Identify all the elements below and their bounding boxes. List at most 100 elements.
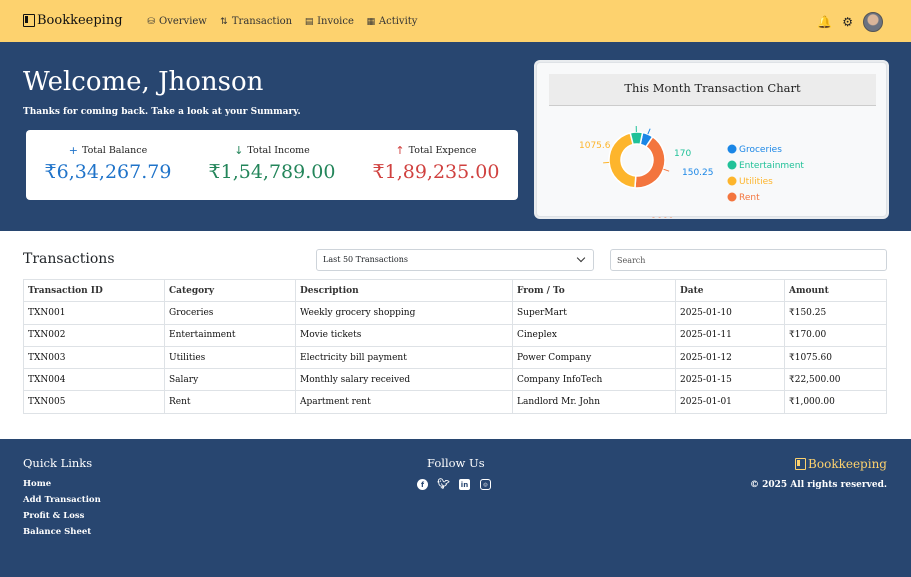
table-row[interactable]: TXN005 Rent Apartment rent Landlord Mr. Joh…: [23, 390, 887, 414]
invoice-icon: ▤: [304, 16, 314, 27]
nav-links: ⛁ Overview ⇅ Transaction ▤ Invoice ▦ Act…: [145, 16, 428, 27]
nav-right: 🔔 ⚙: [817, 12, 883, 32]
total-income-label: Total Income: [247, 145, 310, 156]
facebook-icon[interactable]: f: [417, 479, 428, 490]
label-leader-line: [663, 168, 670, 172]
table-cell: Movie tickets: [295, 323, 513, 347]
arrow-down-icon: ↓: [234, 144, 244, 157]
book-icon: [23, 14, 35, 27]
column-header: Description: [295, 278, 513, 303]
nav-label: Transaction: [231, 16, 293, 27]
table-cell: ₹1,000.00: [784, 390, 887, 414]
table-row[interactable]: TXN004 Salary Monthly salary received Compa…: [23, 368, 887, 392]
nav-item-invoice[interactable]: ▤ Invoice: [303, 16, 354, 27]
plus-icon: +: [68, 144, 78, 157]
avatar[interactable]: [863, 12, 883, 32]
total-income: ↓ Total Income ₹1,54,789.00: [190, 130, 354, 200]
table-row[interactable]: TXN003 Utilities Electricity bill payment P…: [23, 345, 887, 370]
legend-item-utilities[interactable]: Utilities: [739, 177, 773, 187]
navbar: Bookkeeping ⛁ Overview ⇅ Transaction ▤ I…: [0, 0, 911, 42]
welcome-heading: Welcome, Jhonson: [23, 67, 264, 97]
table-cell: Weekly grocery shopping: [295, 301, 513, 325]
data-label-utilities: 1075.6: [579, 141, 611, 151]
table-cell: 2025-01-15: [675, 368, 785, 392]
total-balance-label-row: + Total Balance: [26, 144, 190, 157]
table-cell: ₹22,500.00: [784, 368, 887, 392]
table-cell: ₹170.00: [784, 323, 887, 347]
search-input[interactable]: [610, 249, 887, 271]
footer: Quick Links Home Add Transaction Profit …: [0, 439, 911, 577]
column-header: Category: [164, 278, 296, 303]
column-header: Transaction ID: [23, 278, 165, 303]
legend-swatch: [727, 144, 737, 154]
table-cell: Rent: [164, 390, 296, 414]
table-cell: TXN005: [23, 390, 165, 414]
legend-swatch: [727, 160, 737, 170]
table-header-row: Transaction ID Category Description From…: [23, 278, 887, 303]
table-cell: 2025-01-11: [675, 323, 785, 347]
table-cell: 2025-01-01: [675, 390, 785, 414]
legend-item-rent[interactable]: Rent: [739, 193, 760, 203]
hero-section: Welcome, Jhonson Thanks for coming back.…: [0, 42, 911, 231]
legend-item-entertainment[interactable]: Entertainment: [739, 161, 804, 171]
activity-icon: ▦: [366, 16, 376, 27]
donut-chart: 150.25 170 1075.6 1000 Groceries Entertainmen…: [579, 125, 804, 218]
nav-item-transaction[interactable]: ⇅ Transaction: [218, 16, 292, 27]
table-cell: 2025-01-12: [675, 345, 785, 370]
social-links: f 🐦︎ in ◎: [417, 479, 501, 490]
nav-label: Activity: [378, 16, 418, 27]
total-expense-label: Total Expence: [408, 145, 477, 156]
transaction-filter-select[interactable]: Last 50 Transactions: [316, 249, 594, 271]
copyright: © 2025 All rights reserved.: [749, 480, 887, 490]
total-balance: + Total Balance ₹6,34,267.79: [26, 130, 190, 200]
table-row[interactable]: TXN001 Groceries Weekly grocery shopping Su…: [23, 301, 887, 325]
quick-link-balance-sheet[interactable]: Balance Sheet: [23, 527, 101, 543]
nav-item-activity[interactable]: ▦ Activity: [365, 16, 418, 27]
nav-item-overview[interactable]: ⛁ Overview: [145, 16, 207, 27]
swap-arrows-icon: ⇅: [220, 16, 228, 27]
table-cell: Cineplex: [512, 323, 676, 347]
footer-brand[interactable]: Bookkeeping: [795, 457, 887, 471]
table-row[interactable]: TXN002 Entertainment Movie tickets Cineplex…: [23, 323, 887, 347]
table-cell: Apartment rent: [295, 390, 513, 414]
total-balance-label: Total Balance: [81, 145, 148, 156]
chevron-down-icon: [576, 253, 586, 263]
quick-link-home[interactable]: Home: [23, 479, 101, 495]
brand-logo[interactable]: Bookkeeping: [23, 13, 123, 28]
transactions-heading: Transactions: [23, 251, 115, 267]
total-expense-label-row: ↑ Total Expence: [354, 144, 518, 157]
total-expense: ↑ Total Expence ₹1,89,235.00: [354, 130, 518, 200]
overview-icon: ⛁: [147, 16, 155, 27]
table-cell: Salary: [164, 368, 296, 392]
column-header: From / To: [512, 278, 676, 303]
quick-links-title: Quick Links: [23, 456, 93, 470]
data-label-rent: 1000: [651, 217, 674, 218]
data-label-groceries: 150.25: [682, 168, 714, 178]
gear-icon[interactable]: ⚙: [842, 15, 853, 29]
table-cell: TXN004: [23, 368, 165, 392]
nav-label: Invoice: [317, 16, 354, 27]
bell-icon[interactable]: 🔔: [817, 15, 832, 29]
quick-link-profit-loss[interactable]: Profit & Loss: [23, 511, 101, 527]
filter-selected-value: Last 50 Transactions: [323, 255, 408, 264]
total-expense-value: ₹1,89,235.00: [372, 161, 500, 183]
table-cell: TXN002: [23, 323, 165, 347]
legend-item-groceries[interactable]: Groceries: [739, 145, 782, 155]
quick-link-add-transaction[interactable]: Add Transaction: [23, 495, 101, 511]
quick-links: Home Add Transaction Profit & Loss Balan…: [23, 479, 101, 543]
table-cell: ₹150.25: [784, 301, 887, 325]
instagram-icon[interactable]: ◎: [480, 479, 491, 490]
pie-slice-entertainment[interactable]: [629, 131, 644, 146]
column-header: Date: [675, 278, 785, 303]
label-leader-line: [647, 128, 651, 135]
twitter-icon[interactable]: 🐦︎: [437, 479, 450, 490]
table-cell: TXN001: [23, 301, 165, 325]
nav-label: Overview: [159, 16, 207, 27]
label-leader-line: [603, 161, 610, 164]
table-cell: ₹1075.60: [784, 345, 887, 370]
brand-name: Bookkeeping: [37, 13, 123, 28]
table-cell: Power Company: [512, 345, 676, 370]
follow-us-title: Follow Us: [427, 456, 485, 470]
linkedin-icon[interactable]: in: [459, 479, 470, 490]
table-cell: Electricity bill payment: [295, 345, 513, 370]
